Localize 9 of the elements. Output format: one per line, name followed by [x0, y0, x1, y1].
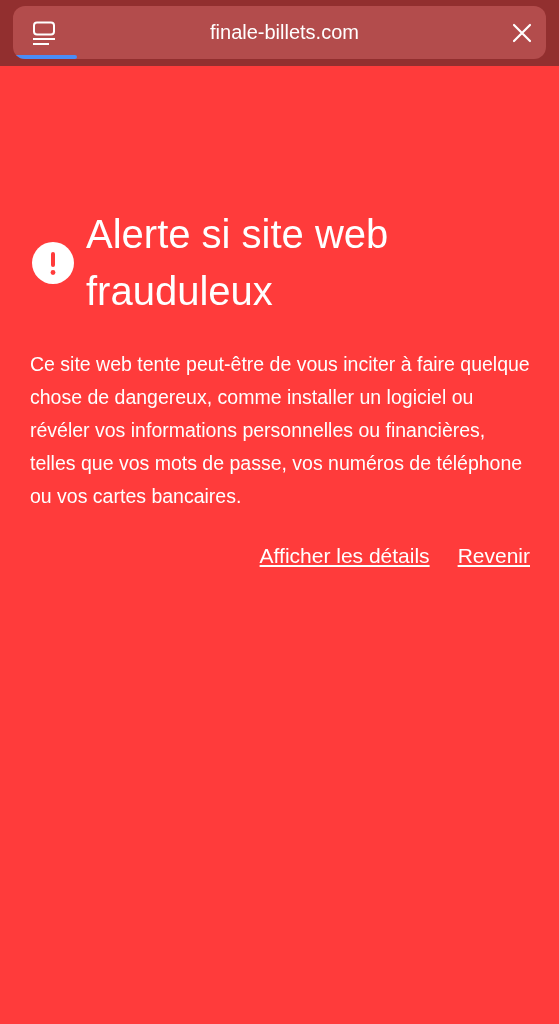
warning-icon [32, 242, 74, 284]
warning-link[interactable]: Afficher les détails [259, 544, 430, 568]
address-bar[interactable]: finale-billets.com [13, 6, 546, 59]
close-icon[interactable] [512, 22, 532, 43]
warning-title: Alerte si site web frauduleux [86, 211, 390, 315]
warning-link[interactable]: Revenir [457, 544, 530, 568]
url-text: finale-billets.com [209, 21, 360, 44]
tabs-icon[interactable] [31, 20, 57, 45]
warning-message: Ce site web tente peut-être de vous inciter à faire quelque chose de dangereux, comme installer un logiciel ou révéler vos informations personnelles ou financières, telles que vos mots de passe, vos numéros de téléphone ou vos cartes bancaires. [30, 352, 530, 509]
